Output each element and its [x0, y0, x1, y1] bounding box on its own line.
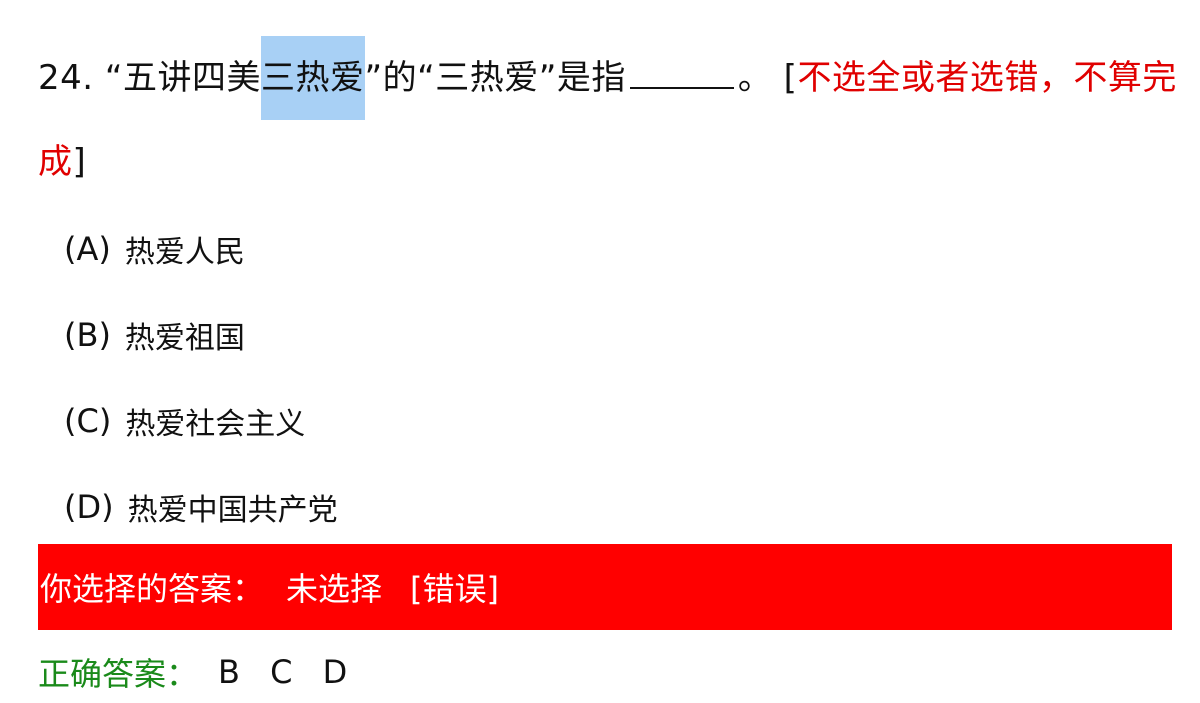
correct-answer-value: B C D	[218, 653, 358, 691]
note-bracket-open: [	[783, 58, 798, 98]
your-answer-value: 未选择	[286, 570, 383, 608]
option-text: 热爱中国共产党	[127, 493, 338, 528]
question-number: 24.	[38, 58, 94, 98]
correct-answer-line: 正确答案： B C D	[38, 644, 357, 700]
your-answer-bar: 你选择的答案： 未选择 [错误]	[38, 544, 1172, 630]
selected-text-highlight[interactable]: 三热爱	[261, 36, 365, 120]
option-d[interactable]: (D) 热爱中国共产党	[64, 464, 338, 550]
option-text: 热爱社会主义	[125, 407, 306, 442]
note-bracket-close: ]	[72, 142, 87, 182]
answer-result-badge: [错误]	[410, 570, 500, 608]
options-list: (A) 热爱人民 (B) 热爱祖国 (C) 热爱社会主义 (D) 热爱中国共产党	[64, 206, 338, 550]
question-text-before: “五讲四美	[104, 58, 262, 98]
option-letter: (C)	[64, 402, 112, 440]
question-text-after: ”的“三热爱”是指	[364, 58, 626, 98]
your-answer-label: 你选择的答案：	[40, 570, 265, 608]
option-a[interactable]: (A) 热爱人民	[64, 206, 338, 292]
correct-answer-label: 正确答案：	[38, 655, 199, 693]
option-letter: (D)	[64, 488, 114, 526]
option-letter: (B)	[64, 316, 111, 354]
option-b[interactable]: (B) 热爱祖国	[64, 292, 338, 378]
answer-blank	[629, 57, 734, 89]
question-text: 24. “五讲四美三热爱”的“三热爱”是指。 [不选全或者选错，不算完成]	[38, 36, 1178, 204]
option-text: 热爱人民	[124, 235, 245, 270]
option-letter: (A)	[64, 230, 111, 268]
option-text: 热爱祖国	[124, 321, 245, 356]
option-c[interactable]: (C) 热爱社会主义	[64, 378, 338, 464]
question-period: 。	[737, 58, 773, 98]
